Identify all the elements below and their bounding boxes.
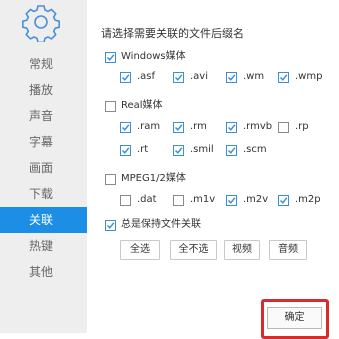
real-media-checkbox[interactable] — [105, 101, 116, 112]
ext-rp-checkbox[interactable] — [278, 122, 289, 133]
ext-smil-label: .smil — [190, 144, 214, 155]
page-title: 请选择需要关联的文件后缀名 — [101, 27, 244, 40]
ext-rt-label: .rt — [137, 144, 149, 155]
ext-m2v-checkbox[interactable] — [226, 195, 237, 206]
ext-scm-label: .scm — [243, 144, 267, 155]
ext-asf-checkbox[interactable] — [120, 72, 131, 83]
check-icon — [121, 147, 130, 154]
ext-wm-checkbox[interactable] — [226, 72, 237, 83]
ext-rt-checkbox[interactable] — [120, 145, 131, 156]
ext-m2p-checkbox[interactable] — [278, 195, 289, 206]
video-button[interactable]: 视频 — [224, 240, 260, 260]
ext-rp-label: .rp — [295, 121, 309, 132]
association-panel: 请选择需要关联的文件后缀名 Windows媒体 .asf .avi .wm .w… — [87, 0, 339, 333]
sidebar-item-playback[interactable]: 播放 — [0, 77, 87, 103]
check-icon — [106, 54, 115, 61]
check-icon — [279, 197, 288, 204]
ext-rm-label: .rm — [190, 121, 207, 132]
ext-m1v-label: .m1v — [190, 194, 216, 205]
select-none-button[interactable]: 全不选 — [170, 240, 217, 260]
sidebar: 常规 播放 声音 字幕 画面 下载 关联 热键 其他 — [0, 0, 87, 333]
check-icon — [121, 74, 130, 81]
ext-wmp-label: .wmp — [295, 71, 323, 82]
real-media-label: Real媒体 — [121, 100, 163, 111]
always-keep-association-label: 总是保持文件关联 — [121, 219, 201, 230]
sidebar-item-subtitles[interactable]: 字幕 — [0, 129, 87, 155]
check-icon — [174, 147, 183, 154]
ext-rmvb-label: .rmvb — [243, 121, 273, 132]
ext-rm-checkbox[interactable] — [173, 122, 184, 133]
select-all-button[interactable]: 全选 — [120, 240, 160, 260]
ext-asf-label: .asf — [137, 71, 156, 82]
ext-rmvb-checkbox[interactable] — [226, 122, 237, 133]
ext-ram-checkbox[interactable] — [120, 122, 131, 133]
audio-button[interactable]: 音频 — [269, 240, 307, 260]
ext-smil-checkbox[interactable] — [173, 145, 184, 156]
sidebar-item-picture[interactable]: 画面 — [0, 155, 87, 181]
ext-avi-checkbox[interactable] — [173, 72, 184, 83]
ext-ram-label: .ram — [137, 121, 161, 132]
check-icon — [227, 147, 236, 154]
sidebar-item-other[interactable]: 其他 — [0, 259, 87, 285]
ext-avi-label: .avi — [190, 71, 209, 82]
mpeg-media-label: MPEG1/2媒体 — [121, 173, 186, 184]
ext-dat-label: .dat — [137, 194, 157, 205]
sidebar-item-download[interactable]: 下载 — [0, 181, 87, 207]
ext-scm-checkbox[interactable] — [226, 145, 237, 156]
ext-wm-label: .wm — [243, 71, 265, 82]
check-icon — [227, 124, 236, 131]
check-icon — [174, 124, 183, 131]
ext-m1v-checkbox[interactable] — [173, 195, 184, 206]
ext-dat-checkbox[interactable] — [120, 195, 131, 206]
windows-media-checkbox[interactable] — [105, 52, 116, 63]
sidebar-item-general[interactable]: 常规 — [0, 51, 87, 77]
windows-media-label: Windows媒体 — [121, 51, 186, 62]
ext-m2v-label: .m2v — [243, 194, 269, 205]
check-icon — [279, 74, 288, 81]
sidebar-item-hotkeys[interactable]: 热键 — [0, 233, 87, 259]
ok-button[interactable]: 确定 — [267, 307, 322, 329]
check-icon — [174, 74, 183, 81]
check-icon — [227, 74, 236, 81]
sidebar-item-association[interactable]: 关联 — [0, 207, 87, 233]
ext-m2p-label: .m2p — [295, 194, 321, 205]
settings-gear-icon — [22, 5, 60, 42]
check-icon — [121, 124, 130, 131]
ext-wmp-checkbox[interactable] — [278, 72, 289, 83]
mpeg-media-checkbox[interactable] — [105, 174, 116, 185]
always-keep-association-checkbox[interactable] — [105, 220, 116, 231]
sidebar-item-sound[interactable]: 声音 — [0, 103, 87, 129]
check-icon — [106, 222, 115, 229]
check-icon — [227, 197, 236, 204]
